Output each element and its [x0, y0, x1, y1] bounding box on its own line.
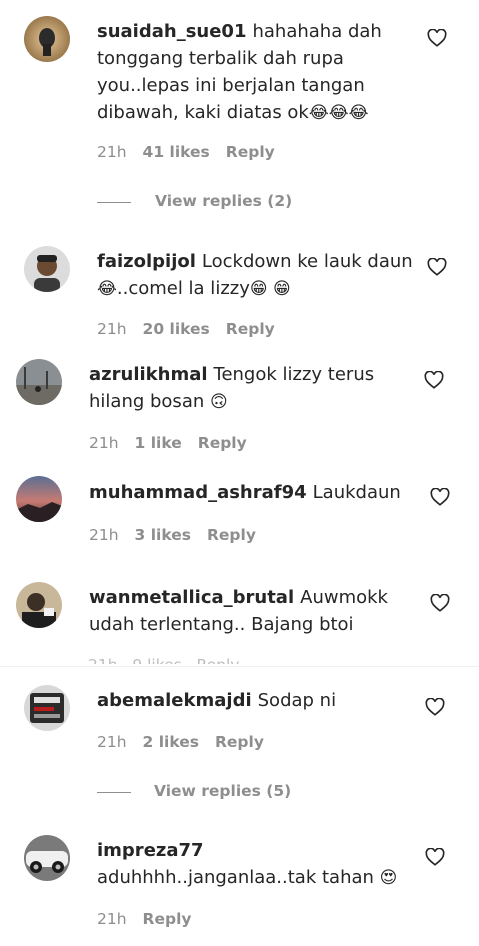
- comment-meta-cut: 21h 9 likes Reply: [88, 656, 239, 664]
- heart-icon[interactable]: [425, 848, 445, 866]
- timestamp: 21h: [89, 526, 119, 544]
- comment-text: impreza77 aduhhhh..janganlaa..tak tahan 😍: [97, 840, 398, 888]
- reply-button[interactable]: Reply: [143, 910, 192, 928]
- likes-count: 9 likes: [132, 656, 181, 664]
- username-link[interactable]: abemalekmajdi: [97, 690, 252, 711]
- avatar[interactable]: [16, 582, 62, 628]
- comment-text: faizolpijol Lockdown ke lauk daun 😂..comel…: [97, 251, 413, 299]
- comment-text: abemalekmajdi Sodap ni: [97, 690, 337, 711]
- reply-button: Reply: [197, 656, 240, 664]
- username-link[interactable]: muhammad_ashraf94: [89, 482, 307, 503]
- avatar[interactable]: [16, 476, 62, 522]
- avatar[interactable]: [24, 16, 70, 62]
- avatar[interactable]: [24, 685, 70, 731]
- timestamp: 21h: [97, 320, 127, 338]
- comment-meta: 21h 41 likes Reply: [97, 143, 291, 161]
- username-link[interactable]: wanmetallica_brutal: [89, 587, 294, 608]
- comment-text: wanmetallica_brutal Auwmokk udah terlenta…: [89, 587, 388, 635]
- avatar[interactable]: [24, 835, 70, 881]
- divider-line: [97, 202, 131, 203]
- timestamp: 21h: [89, 434, 119, 452]
- likes-count[interactable]: 20 likes: [143, 320, 210, 338]
- likes-count[interactable]: 2 likes: [143, 733, 199, 751]
- emoji: 😍: [379, 868, 398, 888]
- heart-icon[interactable]: [425, 698, 445, 716]
- avatar[interactable]: [16, 359, 62, 405]
- timestamp: 21h: [97, 733, 127, 751]
- heart-icon[interactable]: [424, 371, 444, 389]
- comment-meta: 21h Reply: [97, 910, 208, 928]
- emoji: 😂😂😂: [308, 103, 369, 123]
- comment-text: azrulikhmal Tengok lizzy terus hilang bos…: [89, 364, 375, 412]
- likes-count[interactable]: 3 likes: [135, 526, 191, 544]
- likes-count[interactable]: 1 like: [135, 434, 182, 452]
- timestamp: 21h: [88, 656, 118, 664]
- username-link[interactable]: azrulikhmal: [89, 364, 208, 385]
- avatar[interactable]: [24, 246, 70, 292]
- emoji: 😂: [97, 279, 117, 299]
- reply-button[interactable]: Reply: [207, 526, 256, 544]
- reply-button[interactable]: Reply: [215, 733, 264, 751]
- heart-icon[interactable]: [427, 29, 447, 47]
- reply-button[interactable]: Reply: [198, 434, 247, 452]
- heart-icon[interactable]: [427, 258, 447, 276]
- username-link[interactable]: faizolpijol: [97, 251, 196, 272]
- heart-icon[interactable]: [430, 488, 450, 506]
- divider-line: [97, 792, 131, 793]
- view-replies-button[interactable]: View replies (5): [154, 782, 291, 800]
- username-link[interactable]: suaidah_sue01: [97, 21, 246, 42]
- heart-icon[interactable]: [430, 594, 450, 612]
- timestamp: 21h: [97, 910, 127, 928]
- view-replies-button[interactable]: View replies (2): [155, 192, 292, 210]
- timestamp: 21h: [97, 143, 127, 161]
- reply-button[interactable]: Reply: [226, 143, 275, 161]
- emoji: 😁 😁: [249, 279, 291, 299]
- comment-meta: 21h 3 likes Reply: [89, 526, 272, 544]
- reply-button[interactable]: Reply: [226, 320, 275, 338]
- comment-meta: 21h 1 like Reply: [89, 434, 263, 452]
- screenshot-seam: [0, 666, 479, 667]
- emoji: 🙃: [210, 392, 228, 412]
- username-link[interactable]: impreza77: [97, 840, 204, 861]
- likes-count[interactable]: 41 likes: [143, 143, 210, 161]
- comment-meta: 21h 20 likes Reply: [97, 320, 291, 338]
- comment-text: suaidah_sue01 hahahaha dah tonggang terba…: [97, 21, 382, 123]
- comment-text: muhammad_ashraf94 Laukdaun: [89, 482, 401, 503]
- comment-meta: 21h 2 likes Reply: [97, 733, 280, 751]
